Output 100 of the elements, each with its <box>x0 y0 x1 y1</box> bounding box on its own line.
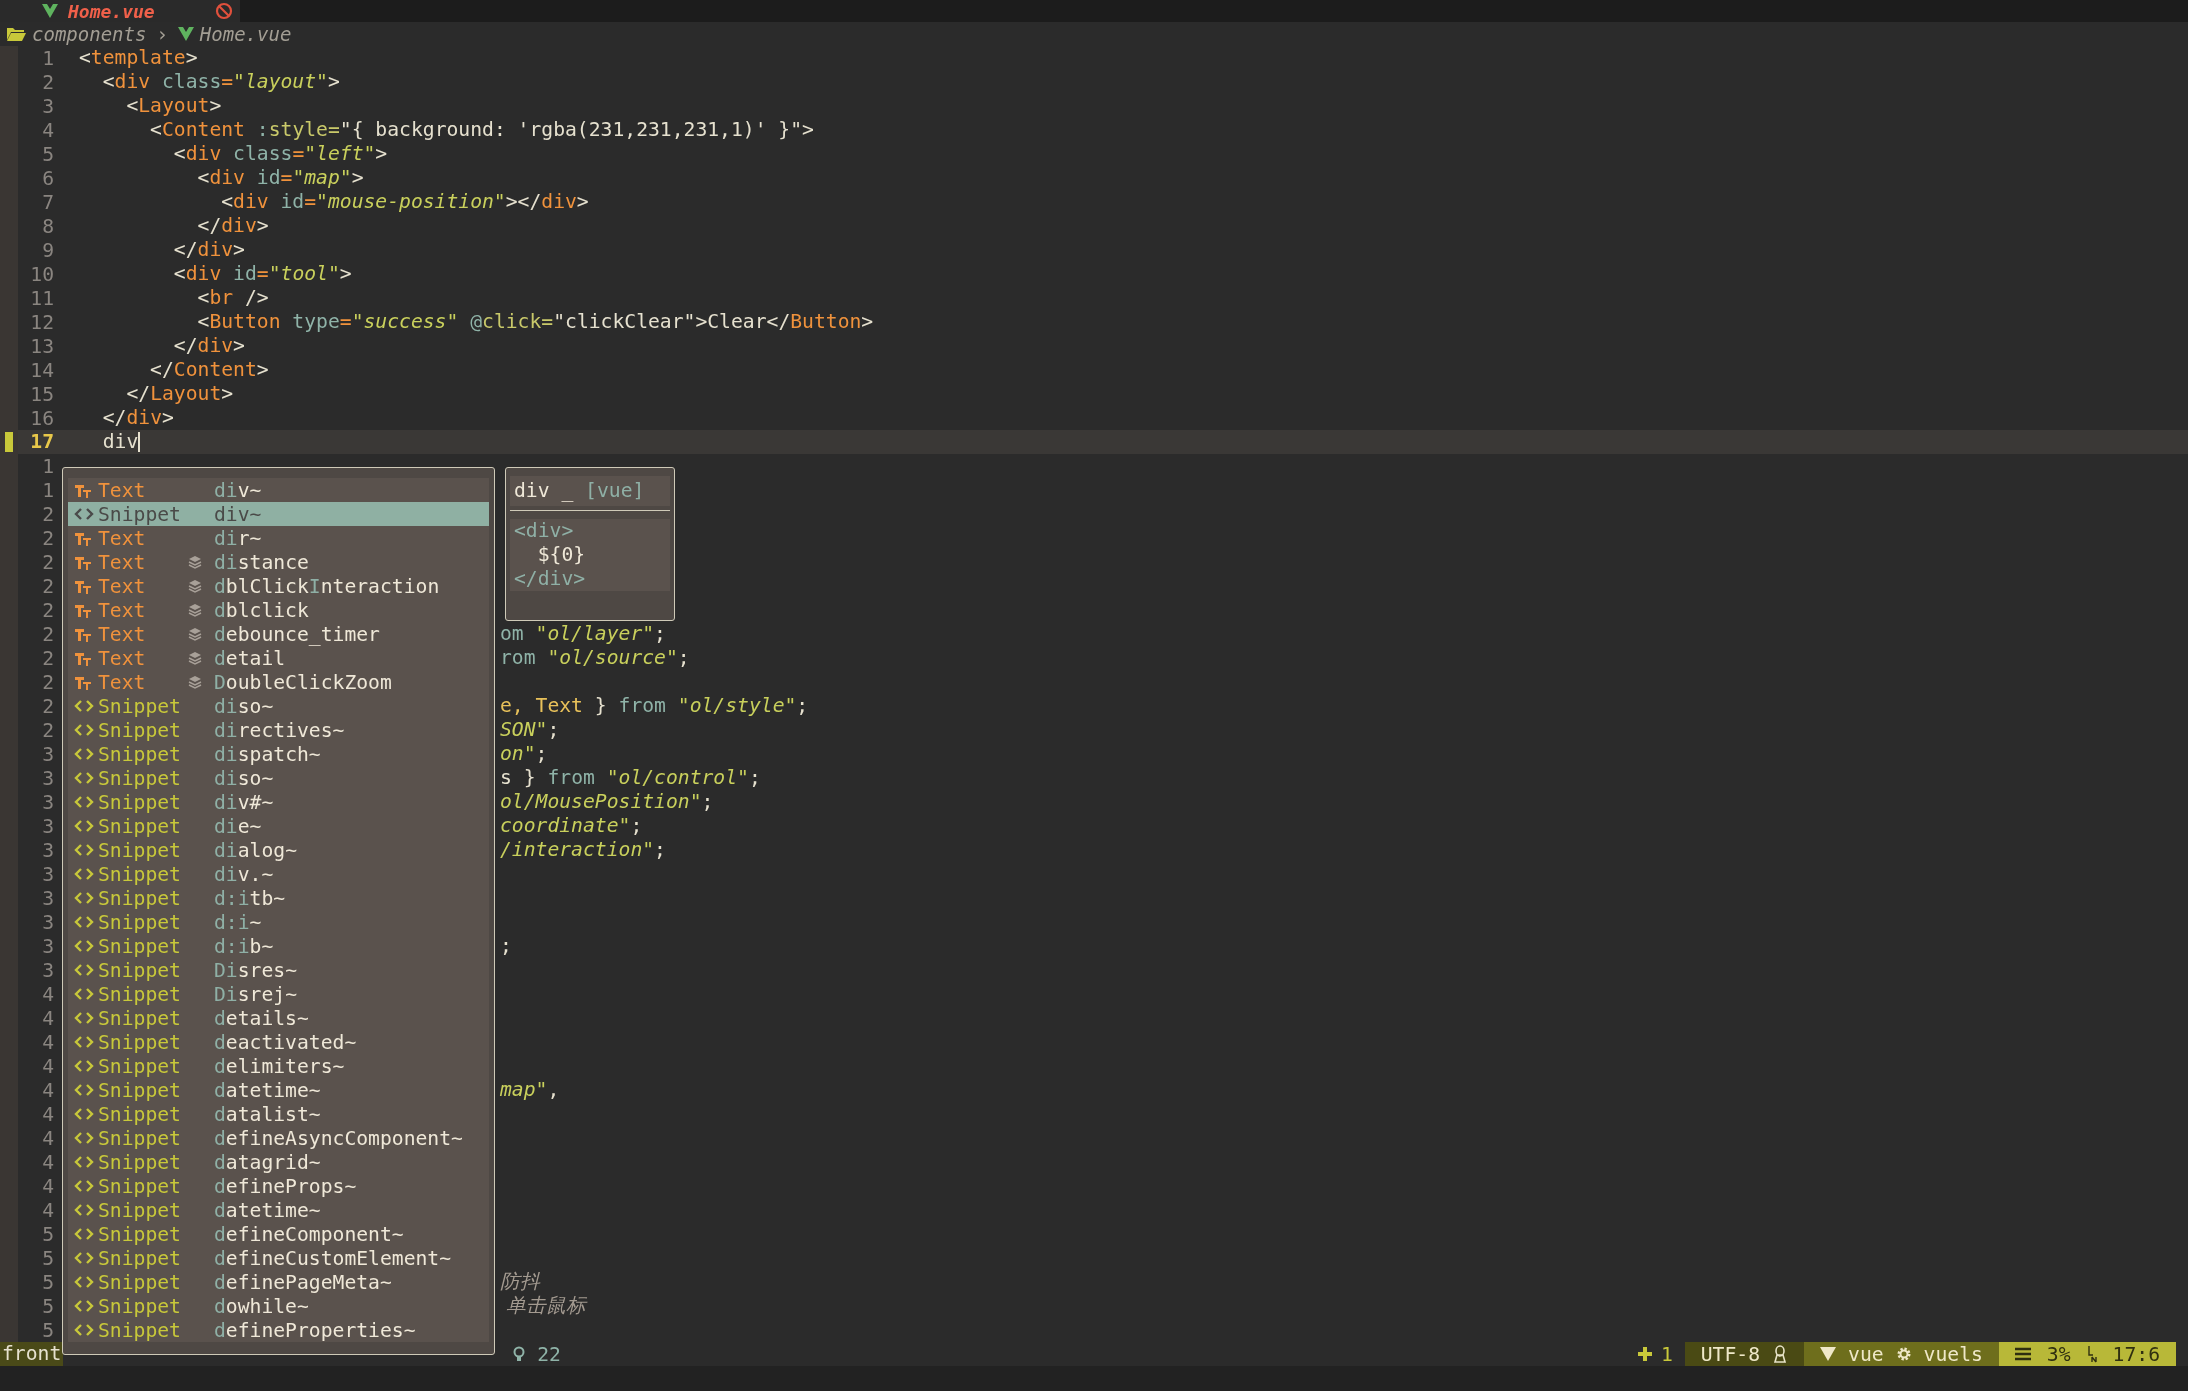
line-number: 3 <box>41 934 55 958</box>
completion-item[interactable]: Snippet div~ <box>68 502 489 526</box>
breadcrumb-separator: › <box>156 23 168 45</box>
scroll-percent: 3% <box>2046 1342 2071 1366</box>
editor-tab[interactable]: Home.vue <box>0 0 240 22</box>
code-icon <box>74 1226 94 1242</box>
completion-item[interactable]: Snippet datetime~ <box>68 1078 489 1102</box>
line-number: 13 <box>29 334 55 358</box>
completion-item[interactable]: Snippet defineComponent~ <box>68 1222 489 1246</box>
line-number: 5 <box>41 1222 55 1246</box>
folder-icon <box>6 26 26 42</box>
completion-item[interactable]: Snippet die~ <box>68 814 489 838</box>
code-icon <box>74 962 94 978</box>
code-line: </div> <box>196 214 269 238</box>
line-number: 2 <box>41 70 55 94</box>
completion-item[interactable]: Snippet Disrej~ <box>68 982 489 1006</box>
code-icon <box>74 1034 94 1050</box>
code-icon <box>74 1154 94 1170</box>
completion-item[interactable]: Snippet diso~ <box>68 766 489 790</box>
completion-item[interactable]: Text detail <box>68 646 489 670</box>
code-line: <Layout> <box>125 94 222 118</box>
line-number: 9 <box>41 238 55 262</box>
completion-item[interactable]: Snippet deactivated~ <box>68 1030 489 1054</box>
completion-item[interactable]: Snippet d:i~ <box>68 910 489 934</box>
completion-item[interactable]: Text debounce_timer <box>68 622 489 646</box>
completion-item[interactable]: Text dblClickInteraction <box>68 574 489 598</box>
completion-item[interactable]: Snippet d:ib~ <box>68 934 489 958</box>
code-line: <template> <box>78 46 198 70</box>
completion-item[interactable]: Snippet div.~ <box>68 862 489 886</box>
text-format-icon <box>74 530 92 546</box>
line-number: 2 <box>41 670 55 694</box>
completion-item[interactable]: Snippet d:itb~ <box>68 886 489 910</box>
completion-item[interactable]: Text div~ <box>68 478 489 502</box>
preview-code-line: ${0} <box>536 543 587 567</box>
code-line: <div id="mouse-position"></div> <box>220 190 589 214</box>
line-number: 3 <box>41 958 55 982</box>
line-number: 8 <box>41 214 55 238</box>
completion-item[interactable]: Snippet dialog~ <box>68 838 489 862</box>
completion-item[interactable]: Snippet delimiters~ <box>68 1054 489 1078</box>
completion-item[interactable]: Snippet defineCustomElement~ <box>68 1246 489 1270</box>
code-icon <box>74 746 94 762</box>
code-icon <box>74 1250 94 1266</box>
line-number: 11 <box>29 286 55 310</box>
completion-item[interactable]: Snippet Disres~ <box>68 958 489 982</box>
code-line: ; <box>499 934 512 958</box>
encoding-label: UTF-8 <box>1700 1342 1761 1366</box>
text-format-icon <box>74 626 92 642</box>
completion-item[interactable]: Snippet definePageMeta~ <box>68 1270 489 1294</box>
code-icon <box>74 914 94 930</box>
line-number: 3 <box>41 742 55 766</box>
completion-item[interactable]: Snippet dispatch~ <box>68 742 489 766</box>
line-number: 2 <box>41 502 55 526</box>
code-icon <box>74 1322 94 1338</box>
code-line: 防抖 <box>499 1270 540 1294</box>
completion-item[interactable]: Snippet datalist~ <box>68 1102 489 1126</box>
mode-label: front <box>0 1342 64 1366</box>
completion-item[interactable]: Snippet datetime~ <box>68 1198 489 1222</box>
completion-item[interactable]: Snippet div#~ <box>68 790 489 814</box>
code-icon <box>74 842 94 858</box>
line-number: 1 <box>41 46 55 70</box>
completion-item[interactable]: Snippet di rectives~ <box>68 718 489 742</box>
completion-item[interactable]: Text dblclick <box>68 598 489 622</box>
code-line: <div class="left"> <box>172 142 388 166</box>
code-line: /interaction"; <box>499 838 666 862</box>
line-number: 10 <box>29 262 55 286</box>
code-line: coordinate"; <box>499 814 643 838</box>
code-line: s } from "ol/control"; <box>499 766 761 790</box>
code-icon <box>74 1082 94 1098</box>
prohibited-icon <box>214 2 233 20</box>
language-server-label: vuels <box>1923 1342 1983 1366</box>
line-number: 4 <box>41 982 55 1006</box>
code-line: <div id="map"> <box>196 166 364 190</box>
code-line: om "ol/layer"; <box>499 622 666 646</box>
completion-item[interactable]: Text DoubleClickZoom <box>68 670 489 694</box>
code-icon <box>74 1298 94 1314</box>
line-indicator-icon <box>2086 1345 2097 1363</box>
text-format-icon <box>74 482 92 498</box>
completion-item[interactable]: Snippet datagrid~ <box>68 1150 489 1174</box>
changes-count: 1 <box>1660 1342 1673 1366</box>
code-icon <box>74 986 94 1002</box>
completion-item[interactable]: Snippet defineProperties~ <box>68 1318 489 1342</box>
text-format-icon <box>74 578 92 594</box>
code-icon <box>74 506 94 522</box>
completion-item[interactable]: Snippet details~ <box>68 1006 489 1030</box>
line-number: 3 <box>41 910 55 934</box>
line-number: 4 <box>41 1078 55 1102</box>
completion-item[interactable]: Text di r~ <box>68 526 489 550</box>
code-line: map", <box>499 1078 560 1102</box>
plus-icon <box>1636 1346 1653 1362</box>
code-icon <box>74 722 94 738</box>
completion-item[interactable]: Snippet defineAsyncComponent~ <box>68 1126 489 1150</box>
completion-item[interactable]: Snippet defineProps~ <box>68 1174 489 1198</box>
completion-item[interactable]: Text distance <box>68 550 489 574</box>
line-number: 2 <box>41 718 55 742</box>
line-number: 5 <box>41 142 55 166</box>
completion-item[interactable]: Snippet diso~ <box>68 694 489 718</box>
line-number: 2 <box>41 550 55 574</box>
completion-item[interactable]: Snippet dowhile~ <box>68 1294 489 1318</box>
breadcrumb-item[interactable]: components <box>32 23 147 45</box>
breadcrumb-item[interactable]: Home.vue <box>199 23 292 45</box>
